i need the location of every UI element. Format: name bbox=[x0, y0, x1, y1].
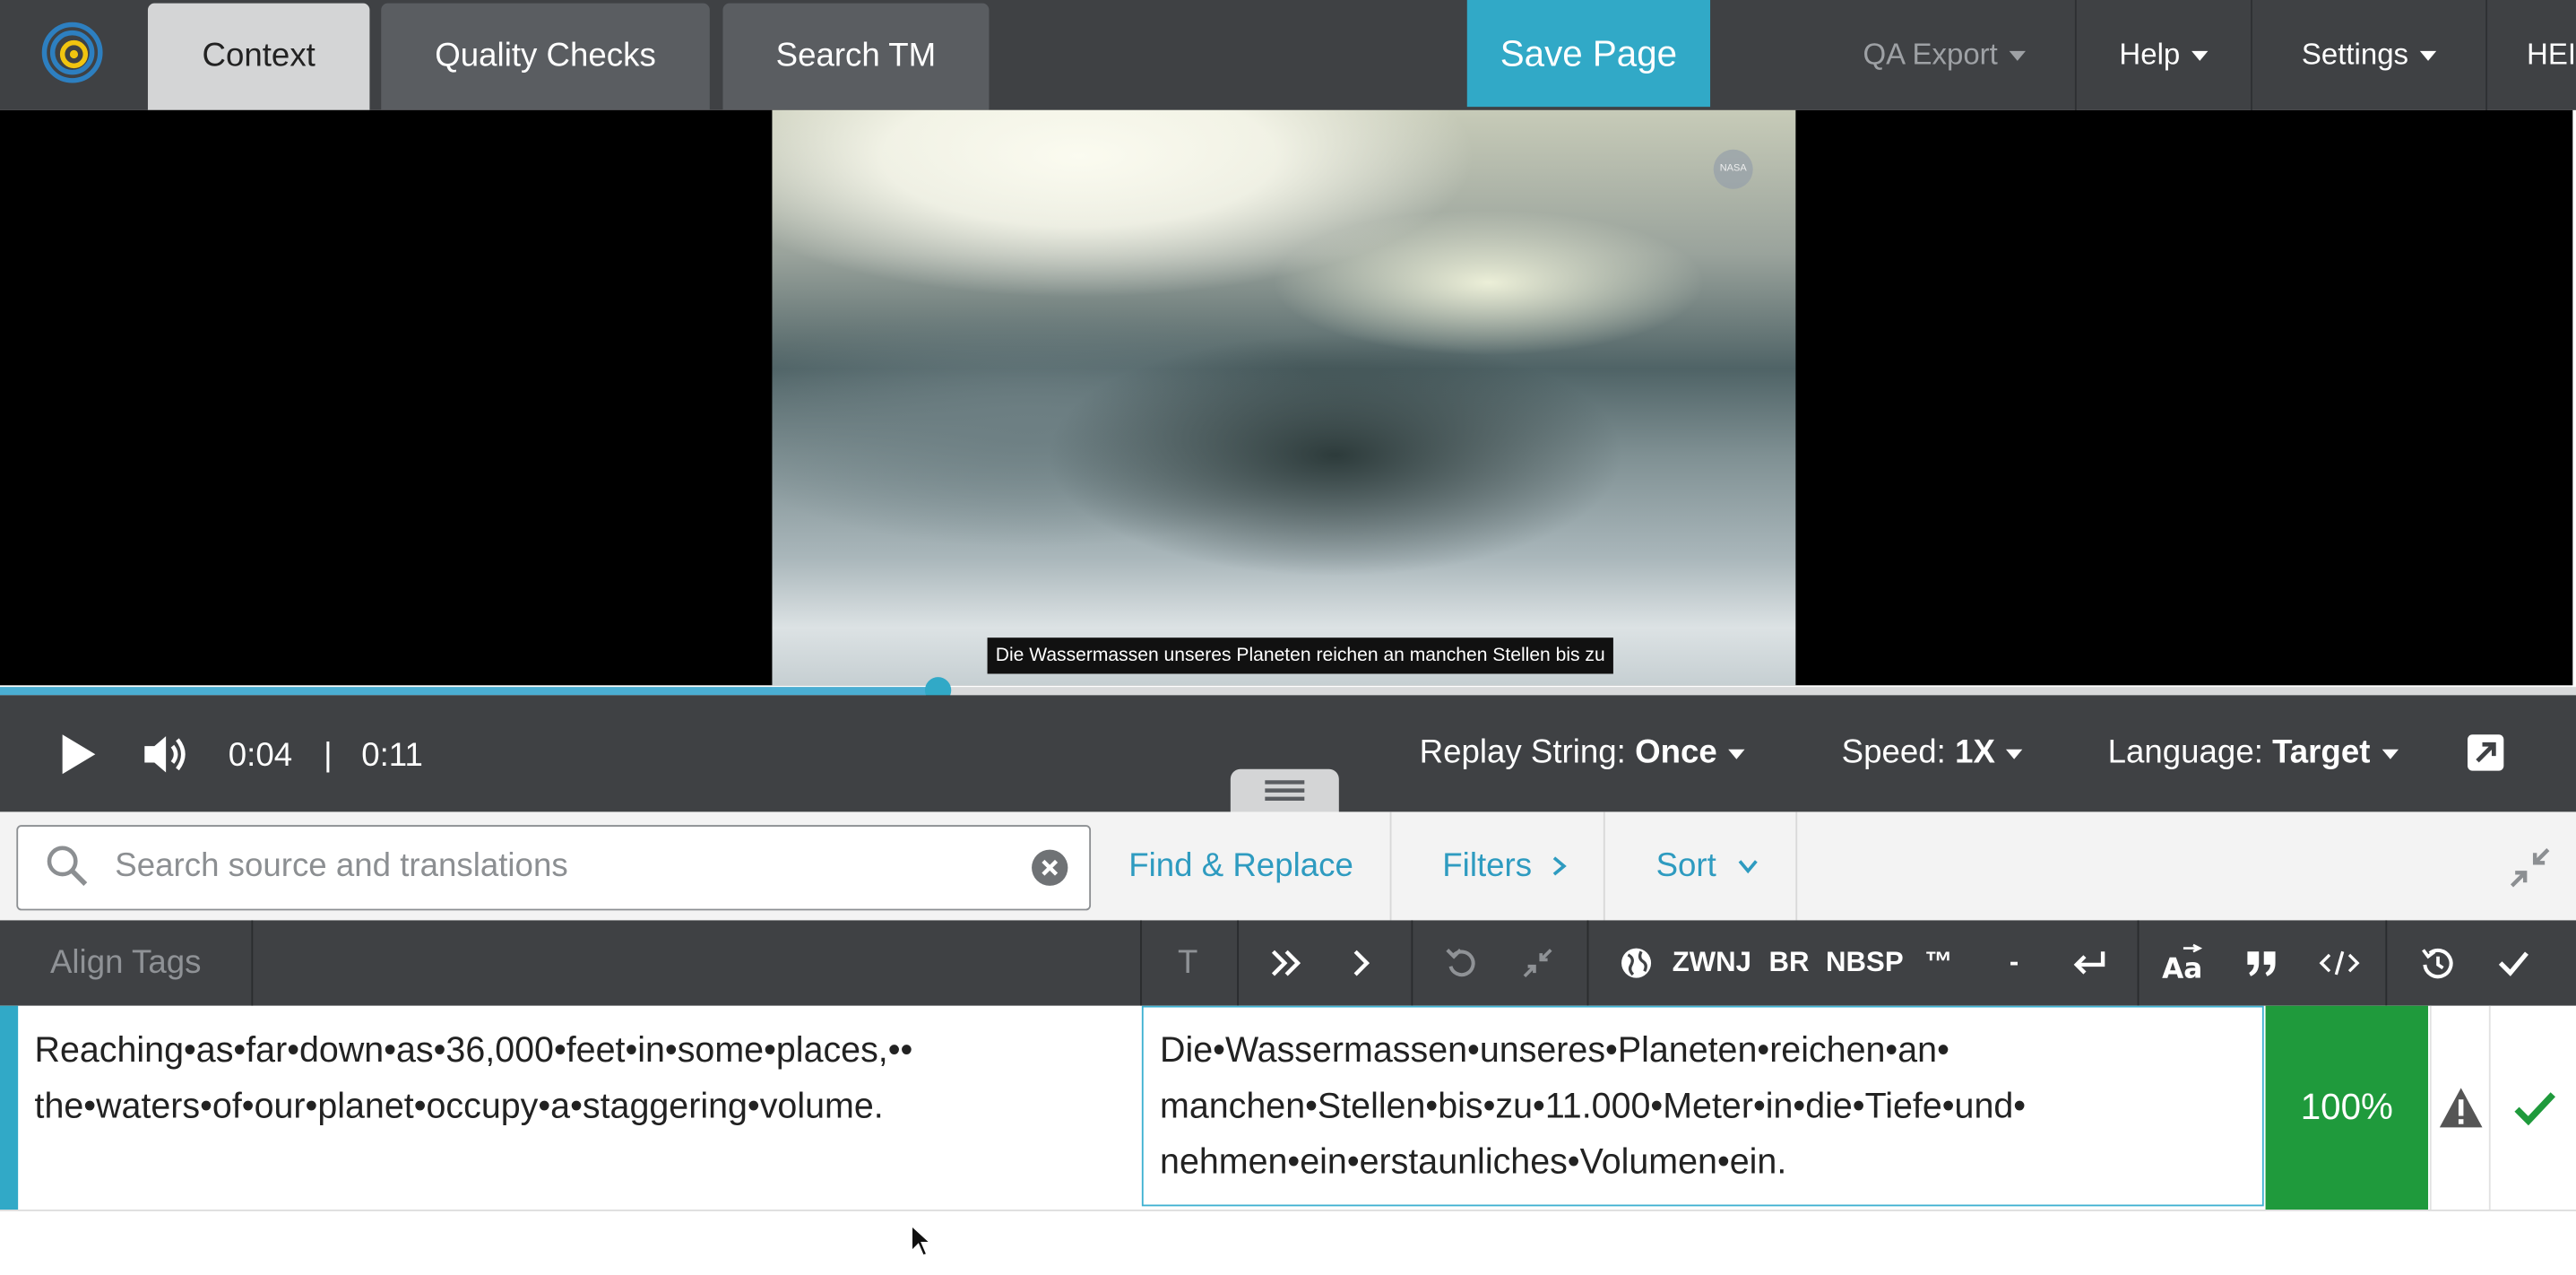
search-icon bbox=[46, 845, 89, 896]
chevron-right-icon[interactable] bbox=[1334, 920, 1389, 1005]
replay-label: Replay String: bbox=[1419, 734, 1626, 771]
settings-menu[interactable]: Settings bbox=[2251, 0, 2485, 110]
video-frame: NASA bbox=[772, 109, 1796, 686]
panel-resize-handle[interactable] bbox=[1230, 768, 1339, 812]
find-replace-label: Find & Replace bbox=[1128, 846, 1353, 884]
volume-icon[interactable] bbox=[142, 732, 191, 785]
text-format-button[interactable]: T bbox=[1160, 920, 1215, 1005]
toolbar-divider bbox=[1140, 920, 1142, 1006]
time-separator: | bbox=[324, 737, 333, 775]
toolbar-divider bbox=[1237, 920, 1240, 1006]
nbsp-button[interactable]: NBSP bbox=[1824, 920, 1906, 1005]
play-icon[interactable] bbox=[59, 733, 99, 784]
source-text: Reaching•as•far•down•as•36,000•feet•in•s… bbox=[34, 1022, 1127, 1134]
video-subtitle: Die Wassermassen unseres Planeten reiche… bbox=[987, 638, 1613, 674]
hamburger-icon bbox=[1265, 780, 1305, 801]
chevron-down-icon bbox=[2382, 749, 2399, 759]
qa-export-label: QA Export bbox=[1863, 38, 1998, 71]
filters-label: Filters bbox=[1442, 846, 1533, 884]
svg-text:Aa: Aa bbox=[2162, 953, 2202, 983]
quote-icon[interactable] bbox=[2237, 920, 2286, 1005]
sort-button[interactable]: Sort bbox=[1620, 811, 1797, 921]
case-change-icon[interactable]: Aa bbox=[2157, 920, 2207, 1005]
align-tags-button[interactable]: Align Tags bbox=[0, 920, 251, 1005]
toolbar-divider bbox=[251, 920, 254, 1006]
source-line: Reaching•as•far•down•as•36,000•feet•in•s… bbox=[34, 1030, 913, 1071]
confirm-segment-icon[interactable] bbox=[2488, 1005, 2576, 1210]
duration: 0:11 bbox=[361, 737, 423, 775]
confirm-icon[interactable] bbox=[2491, 920, 2537, 1005]
warning-icon[interactable] bbox=[2429, 1005, 2491, 1210]
trademark-button[interactable]: ™ bbox=[1919, 920, 1958, 1005]
target-line: manchen•Stellen•bis•zu•11.000•Meter•in•d… bbox=[1160, 1086, 2027, 1126]
user-menu-label: HEI bbox=[2527, 38, 2576, 71]
search-placeholder: Search source and translations bbox=[115, 847, 568, 885]
compress-icon[interactable] bbox=[1509, 920, 1565, 1005]
code-icon[interactable] bbox=[2313, 920, 2366, 1005]
app-logo[interactable] bbox=[39, 16, 112, 89]
br-button[interactable]: BR bbox=[1765, 920, 1814, 1005]
chevron-right-icon bbox=[1553, 856, 1568, 876]
mouse-cursor-icon bbox=[910, 1224, 932, 1266]
collapse-icon[interactable] bbox=[2507, 845, 2553, 898]
segment-selection-bar bbox=[0, 1005, 19, 1210]
globe-icon[interactable] bbox=[1617, 920, 1656, 1005]
sort-label: Sort bbox=[1655, 846, 1716, 884]
history-icon[interactable] bbox=[2415, 920, 2460, 1005]
clear-search-icon[interactable] bbox=[1030, 848, 1069, 896]
toolbar-divider bbox=[1586, 920, 1589, 1006]
toolbar-divider bbox=[2137, 920, 2139, 1006]
tab-search-tm[interactable]: Search TM bbox=[722, 3, 990, 110]
chevron-down-icon bbox=[1738, 860, 1758, 874]
dash-button[interactable]: - bbox=[1994, 920, 2034, 1005]
undo-icon[interactable] bbox=[1434, 920, 1490, 1005]
chevron-down-icon bbox=[1728, 749, 1745, 759]
chevron-down-icon bbox=[2006, 749, 2024, 759]
user-menu[interactable]: HEI bbox=[2485, 0, 2576, 110]
nasa-watermark: NASA bbox=[1713, 149, 1753, 189]
find-replace-button[interactable]: Find & Replace bbox=[1093, 811, 1392, 921]
zwnj-button[interactable]: ZWNJ bbox=[1669, 920, 1754, 1005]
video-progress-track[interactable] bbox=[0, 687, 2576, 696]
language-dropdown[interactable]: Language: Target bbox=[2108, 734, 2399, 772]
video-progress-fill bbox=[0, 687, 938, 696]
tab-quality-checks[interactable]: Quality Checks bbox=[381, 3, 710, 110]
tab-context[interactable]: Context bbox=[147, 3, 370, 110]
target-line: Die•Wassermassen•unseres•Planeten•reiche… bbox=[1160, 1030, 1949, 1071]
target-line: nehmen•ein•erstaunliches•Volumen•ein. bbox=[1160, 1141, 1787, 1182]
qa-export-menu[interactable]: QA Export bbox=[1815, 0, 2073, 110]
speed-value: 1X bbox=[1955, 734, 1995, 771]
replay-string-dropdown[interactable]: Replay String: Once bbox=[1420, 734, 1745, 772]
language-value: Target bbox=[2272, 734, 2371, 771]
toolbar-divider bbox=[2385, 920, 2388, 1006]
chevron-down-icon bbox=[2191, 49, 2209, 60]
speed-label: Speed: bbox=[1841, 734, 1946, 771]
speed-dropdown[interactable]: Speed: 1X bbox=[1841, 734, 2024, 772]
save-page-button[interactable]: Save Page bbox=[1466, 0, 1711, 108]
current-time: 0:04 bbox=[228, 737, 293, 775]
source-line: the•waters•of•our•planet•occupy•a•stagge… bbox=[34, 1086, 884, 1126]
help-menu[interactable]: Help bbox=[2074, 0, 2251, 110]
toolbar-divider bbox=[1411, 920, 1413, 1006]
target-text[interactable]: Die•Wassermassen•unseres•Planeten•reiche… bbox=[1160, 1022, 2244, 1190]
filters-button[interactable]: Filters bbox=[1406, 811, 1606, 921]
replay-value: Once bbox=[1635, 734, 1717, 771]
chevron-down-icon bbox=[2009, 49, 2026, 60]
double-chevron-right-icon[interactable] bbox=[1258, 920, 1314, 1005]
match-score-badge: 100% bbox=[2265, 1005, 2429, 1210]
help-label: Help bbox=[2119, 38, 2181, 71]
popout-icon[interactable] bbox=[2466, 733, 2505, 780]
chevron-down-icon bbox=[2419, 49, 2437, 60]
settings-label: Settings bbox=[2301, 38, 2409, 71]
language-label: Language: bbox=[2107, 734, 2263, 771]
enter-icon[interactable] bbox=[2065, 920, 2114, 1005]
